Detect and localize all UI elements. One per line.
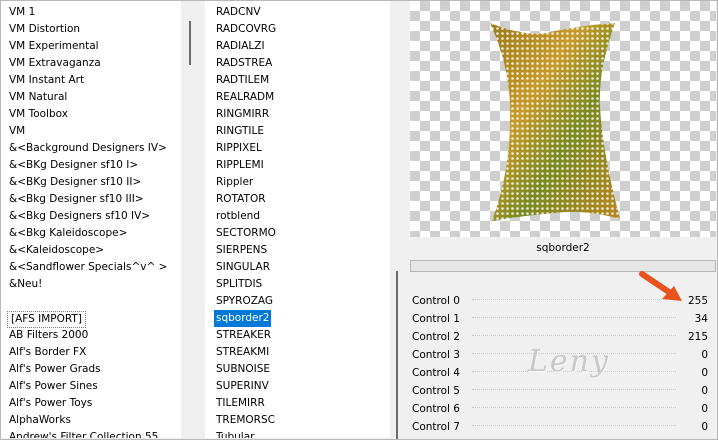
filter-item[interactable]: RINGTILE [216,123,264,140]
category-item[interactable]: VM Distortion [9,21,80,38]
filter-name-label: sqborder2 [410,238,716,258]
control-label: Control 7 [412,421,460,433]
category-item[interactable]: &<Bkg Designers sf10 IV> [9,208,150,225]
filter-item[interactable]: Tubular [216,429,254,438]
filter-item[interactable]: sqborder2 [214,310,272,327]
control-row: Control 7 0 [410,418,716,436]
category-scrollbar[interactable] [181,1,198,438]
category-item[interactable]: &<Bkg Kaleidoscope> [9,225,127,242]
category-item[interactable]: VM Toolbox [9,106,68,123]
category-item[interactable]: Alf's Power Sines [9,378,98,395]
preview-pane [410,1,716,237]
filter-item[interactable]: RADTILEM [216,72,269,89]
preview-image [490,23,620,221]
category-item[interactable]: Alf's Power Grads [9,361,101,378]
control-value[interactable]: 0 [678,348,708,362]
category-item[interactable]: &<Background Designers IV> [9,140,167,157]
arrow-annotation-icon [639,271,682,301]
filter-item[interactable]: SUPERINV [216,378,269,395]
filter-item[interactable]: REALRADM [216,89,274,106]
category-item[interactable]: &<Sandflower Specials^v^ > [9,259,167,276]
filter-item[interactable]: RIPPIXEL [216,140,262,157]
category-item[interactable]: [AFS IMPORT] [7,311,86,328]
control-label: Control 4 [412,367,460,379]
control-value[interactable]: 215 [678,330,708,344]
filter-item[interactable]: TILEMIRR [216,395,265,412]
filter-item[interactable]: SECTORMO [216,225,276,242]
filter-item[interactable]: ROTATOR [216,191,266,208]
filter-item[interactable]: SIERPENS [216,242,267,259]
control-label: Control 2 [412,331,460,343]
control-value[interactable]: 0 [678,384,708,398]
control-value[interactable]: 0 [678,420,708,434]
control-label: Control 3 [412,349,460,361]
filter-item[interactable]: SPYROZAG [216,293,273,310]
filter-scrollbar[interactable] [390,1,407,439]
category-item[interactable]: VM Natural [9,89,67,106]
control-label: Control 5 [412,385,460,397]
control-slider[interactable] [472,407,676,409]
control-row: Control 1 34 [410,310,716,328]
filter-item[interactable]: RADCOVRG [216,21,276,38]
control-slider[interactable] [472,425,676,427]
filter-item[interactable]: RADCNV [216,4,261,21]
control-slider[interactable] [472,317,676,319]
filter-item[interactable]: TREMORSC [216,412,275,429]
category-scroll-thumb[interactable] [189,21,191,65]
category-item[interactable]: &<Kaleidoscope> [9,242,104,259]
category-item[interactable]: &Neu! [9,276,42,293]
watermark: Leny [528,344,610,379]
category-item[interactable]: AB Filters 2000 [9,327,88,344]
filter-item[interactable]: rotblend [216,208,260,225]
control-label: Control 0 [412,295,460,307]
category-item[interactable]: &<Bkg Designer sf10 III> [9,191,144,208]
filter-item[interactable]: SINGULAR [216,259,270,276]
control-row: Control 5 0 [410,382,716,400]
filter-item[interactable]: RADSTREA [216,55,272,72]
filter-item[interactable]: RINGMIRR [216,106,269,123]
control-label: Control 1 [412,313,460,325]
control-slider[interactable] [472,389,676,391]
filter-item[interactable]: SPLITDIS [216,276,262,293]
category-item[interactable]: VM Experimental [9,38,99,55]
category-list[interactable]: VM 1 VM Distortion VM Experimental VM Extra… [1,1,181,438]
category-item[interactable]: VM Extravaganza [9,55,101,72]
control-value[interactable]: 0 [678,402,708,416]
category-item[interactable]: AlphaWorks [9,412,71,429]
control-label: Control 6 [412,403,460,415]
category-item[interactable]: &<BKg Designer sf10 II> [9,174,141,191]
filter-scroll-thumb[interactable] [396,271,398,439]
control-slider[interactable] [472,335,676,337]
control-row: Control 6 0 [410,400,716,418]
category-item[interactable]: Alf's Power Toys [9,395,92,412]
filter-list[interactable]: RADCNV RADCOVRG RADIALZI RADSTREA RADTILEM RE… [205,1,390,438]
category-item[interactable]: Andrew's Filter Collection 55 [9,429,158,438]
control-value[interactable]: 34 [678,312,708,326]
filter-item[interactable]: STREAKMI [216,344,269,361]
category-item[interactable]: Alf's Border FX [9,344,86,361]
filter-item[interactable]: Rippler [216,174,253,191]
control-value[interactable]: 0 [678,366,708,380]
filter-item[interactable]: RADIALZI [216,38,265,55]
category-item[interactable]: VM 1 [9,4,35,21]
category-item[interactable]: VM [9,123,25,140]
category-item[interactable]: VM Instant Art [9,72,84,89]
filter-item[interactable]: RIPPLEMI [216,157,264,174]
filter-item[interactable]: SUBNOISE [216,361,270,378]
category-item[interactable]: &<BKg Designer sf10 I> [9,157,138,174]
filter-item[interactable]: STREAKER [216,327,271,344]
